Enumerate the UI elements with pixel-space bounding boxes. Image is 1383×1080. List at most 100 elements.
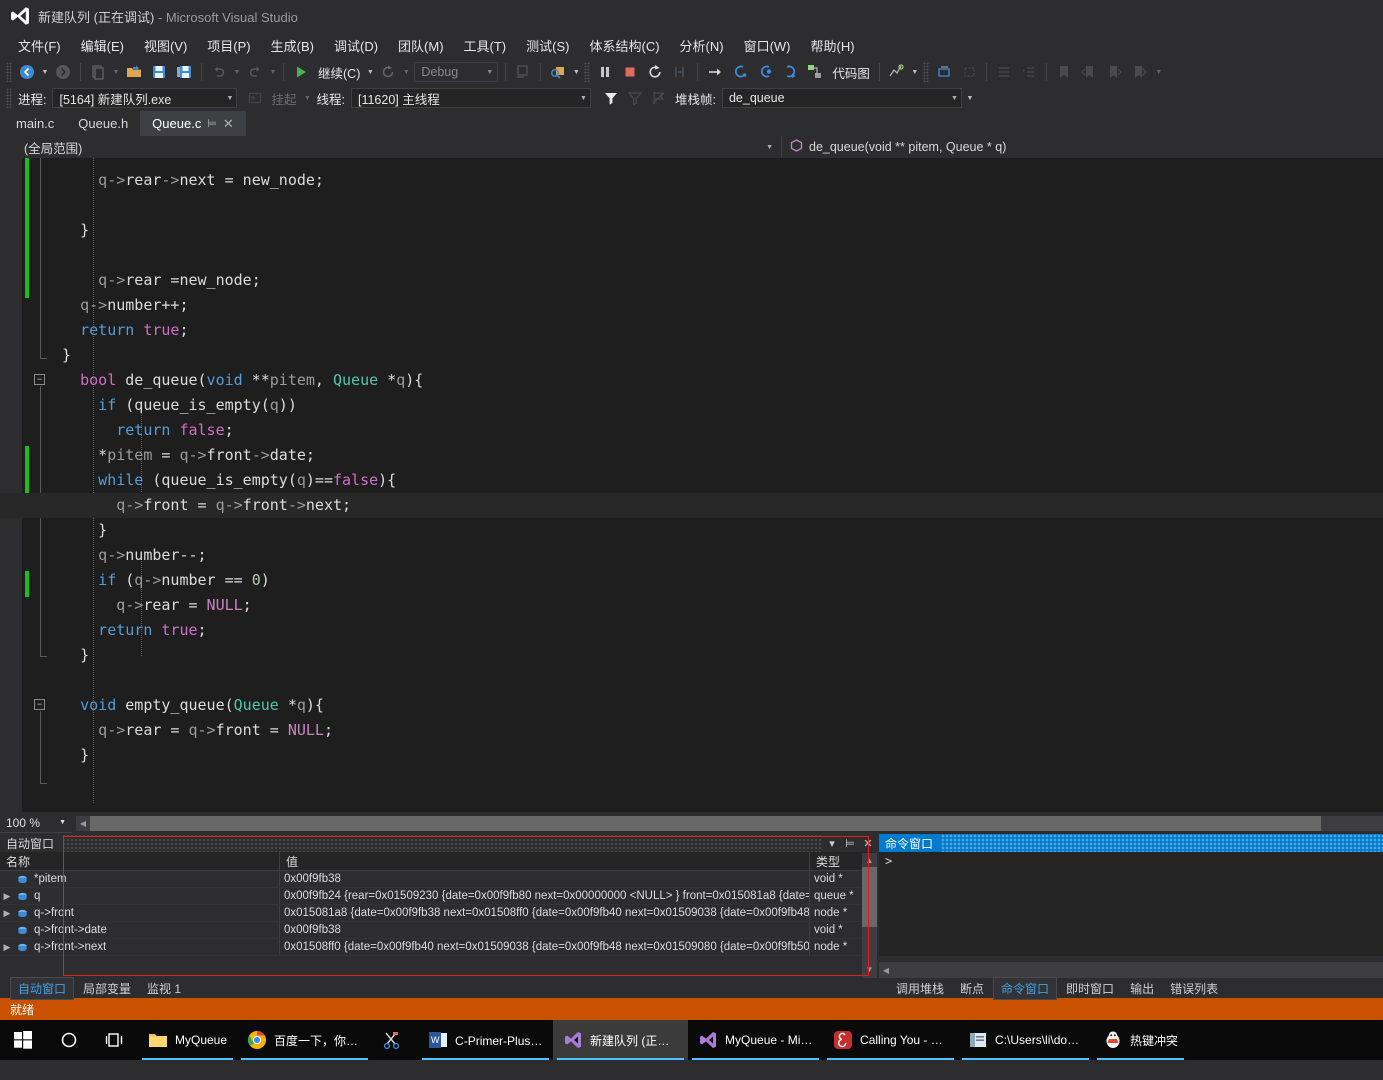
taskbar-item-qq[interactable]: 热键冲突	[1093, 1020, 1188, 1060]
taskbar-item-chrome[interactable]: 百度一下，你就知...	[237, 1020, 372, 1060]
expand-chevron-icon[interactable]: ▶	[0, 891, 14, 902]
menu-team[interactable]: 团队(M)	[388, 33, 454, 58]
tab-call-stack[interactable]: 调用堆栈	[889, 978, 951, 999]
code-line[interactable]: *pitem = q->front->date;	[0, 443, 1383, 468]
autos-row-value[interactable]: 0x00f9fb38	[280, 871, 810, 887]
menu-edit[interactable]: 编辑(E)	[71, 33, 134, 58]
column-header-name[interactable]: 名称	[0, 852, 280, 870]
menu-build[interactable]: 生成(B)	[261, 33, 324, 58]
autos-row[interactable]: ▶ q 0x00f9fb24 {rear=0x01509230 {date=0x00…	[0, 888, 877, 905]
pin-icon[interactable]: ⊨	[207, 117, 217, 130]
code-line[interactable]: return false;	[0, 418, 1383, 443]
find-dropdown[interactable]: ▼	[571, 60, 581, 84]
autos-row-value[interactable]: 0x00f9fb24 {rear=0x01509230 {date=0x00f9…	[280, 888, 810, 904]
member-combo[interactable]: de_queue(void ** pitem, Queue * q)	[782, 136, 1383, 158]
diagnostic-tools-icon[interactable]	[885, 60, 909, 84]
continue-button-label[interactable]: 继续(C)	[314, 63, 364, 82]
scroll-left-arrow-icon[interactable]: ◀	[76, 819, 90, 828]
toolbar-grip[interactable]	[922, 62, 929, 82]
find-in-files-icon[interactable]	[546, 60, 570, 84]
thread-combo[interactable]: [11620] 主线程 ▼	[350, 88, 591, 108]
autos-rows-container[interactable]: *pitem 0x00f9fb38 void * ▶ q 0x00f9fb24 {rear…	[0, 871, 877, 956]
autos-row[interactable]: q->front->date 0x00f9fb38 void *	[0, 922, 877, 939]
command-window-body[interactable]: >	[879, 852, 1383, 956]
break-all-pause-icon[interactable]	[593, 60, 617, 84]
pane-drag-handle[interactable]	[941, 834, 1383, 852]
horizontal-scroll-thumb[interactable]	[90, 815, 1321, 831]
menu-view[interactable]: 视图(V)	[134, 33, 197, 58]
diagnostic-dropdown[interactable]: ▼	[910, 60, 920, 84]
pin-icon[interactable]: ⊨	[841, 835, 859, 851]
toolbar-overflow-button[interactable]: ▼	[1152, 60, 1166, 84]
code-line[interactable]: q->number++;	[0, 293, 1383, 318]
tab-queue-h[interactable]: Queue.h	[66, 111, 141, 136]
step-over-arrow-icon[interactable]	[703, 60, 727, 84]
autos-row-name-cell[interactable]: *pitem	[0, 871, 280, 887]
code-line[interactable]: while (queue_is_empty(q)==false){	[0, 468, 1383, 493]
expand-chevron-icon[interactable]: ▶	[0, 942, 14, 953]
autos-row-name-cell[interactable]: ▶ q	[0, 888, 280, 904]
taskbar-item-explorer[interactable]: C:\Users\li\docu...	[958, 1020, 1093, 1060]
code-line[interactable]	[0, 668, 1383, 693]
taskbar-item-vs-myqueue[interactable]: MyQueue - Micr...	[688, 1020, 823, 1060]
code-map-label[interactable]: 代码图	[828, 63, 874, 82]
code-line[interactable]: q->rear = q->front = NULL;	[0, 718, 1383, 743]
continue-dropdown[interactable]: ▼	[365, 60, 375, 84]
pane-menu-icon[interactable]: ▾	[823, 835, 841, 851]
tab-immediate-window[interactable]: 即时窗口	[1059, 978, 1121, 999]
code-line[interactable]: return true;	[0, 318, 1383, 343]
expand-chevron-icon[interactable]: ▶	[0, 908, 14, 919]
code-line[interactable]: }	[0, 643, 1383, 668]
zoom-level-combo[interactable]: 100 % ▼	[0, 813, 72, 833]
tab-command-window[interactable]: 命令窗口	[993, 976, 1058, 1000]
taskbar-item-netease-music[interactable]: Calling You - Ev...	[823, 1020, 958, 1060]
comment-selection-icon[interactable]	[932, 60, 956, 84]
code-line[interactable]	[0, 243, 1383, 268]
vertical-scroll-thumb[interactable]	[862, 867, 877, 927]
code-line[interactable]	[0, 193, 1383, 218]
menu-file[interactable]: 文件(F)	[8, 33, 71, 58]
autos-row[interactable]: ▶ q->front->next 0x01508ff0 {date=0x00f9fb…	[0, 939, 877, 956]
scroll-up-arrow-icon[interactable]: ▲	[862, 853, 877, 867]
tab-watch-1[interactable]: 监视 1	[140, 978, 188, 999]
taskbar-item-myqueue-folder[interactable]: MyQueue	[138, 1020, 237, 1060]
code-line[interactable]: q->rear->next = new_node;	[0, 168, 1383, 193]
continue-play-icon[interactable]	[289, 60, 313, 84]
close-icon[interactable]: ✕	[223, 116, 234, 132]
menu-debug[interactable]: 调试(D)	[324, 33, 388, 58]
autos-row-value[interactable]: 0x00f9fb38	[280, 922, 810, 938]
process-combo[interactable]: [5164] 新建队列.exe ▼	[52, 88, 238, 108]
scroll-down-arrow-icon[interactable]: ▼	[862, 962, 877, 976]
task-view-icon[interactable]	[92, 1020, 138, 1060]
navigate-backward-icon[interactable]	[15, 60, 39, 84]
code-line[interactable]: q->rear = NULL;	[0, 593, 1383, 618]
tab-breakpoints[interactable]: 断点	[953, 978, 991, 999]
toolbar-grip[interactable]	[584, 62, 591, 82]
menu-architecture[interactable]: 体系结构(C)	[579, 33, 669, 58]
stackframe-combo[interactable]: de_queue ▼	[721, 88, 962, 108]
save-all-icon[interactable]	[172, 60, 196, 84]
navigate-backward-dropdown[interactable]: ▼	[40, 60, 50, 84]
thread-filter-icon[interactable]	[599, 86, 623, 110]
step-out-icon[interactable]	[778, 60, 802, 84]
code-line[interactable]: q->rear =new_node;	[0, 268, 1383, 293]
code-line[interactable]: if (queue_is_empty(q))	[0, 393, 1383, 418]
code-line[interactable]: q->front = q->front->next;	[0, 493, 1383, 518]
step-into-icon[interactable]	[728, 60, 752, 84]
autos-vertical-scrollbar[interactable]: ▲ ▼	[862, 853, 877, 998]
tab-output[interactable]: 输出	[1123, 978, 1161, 999]
menu-help[interactable]: 帮助(H)	[801, 33, 865, 58]
autos-row-value[interactable]: 0x01508ff0 {date=0x00f9fb40 next=0x01509…	[280, 939, 810, 955]
taskbar-item-word[interactable]: W C-Primer-Plus第...	[418, 1020, 553, 1060]
restart-debugging-icon[interactable]	[643, 60, 667, 84]
menu-window[interactable]: 窗口(W)	[734, 33, 801, 58]
code-line[interactable]: q->number--;	[0, 543, 1383, 568]
menu-tools[interactable]: 工具(T)	[454, 33, 517, 58]
tab-queue-c[interactable]: Queue.c ⊨ ✕	[140, 111, 246, 136]
close-icon[interactable]: ✕	[859, 835, 877, 851]
autos-row-name-cell[interactable]: ▶ q->front->next	[0, 939, 280, 955]
code-line[interactable]: }	[0, 218, 1383, 243]
scope-combo[interactable]: (全局范围) ▼	[0, 136, 782, 158]
tab-error-list[interactable]: 错误列表	[1163, 978, 1225, 999]
autos-row[interactable]: ▶ q->front 0x015081a8 {date=0x00f9fb38 nex…	[0, 905, 877, 922]
